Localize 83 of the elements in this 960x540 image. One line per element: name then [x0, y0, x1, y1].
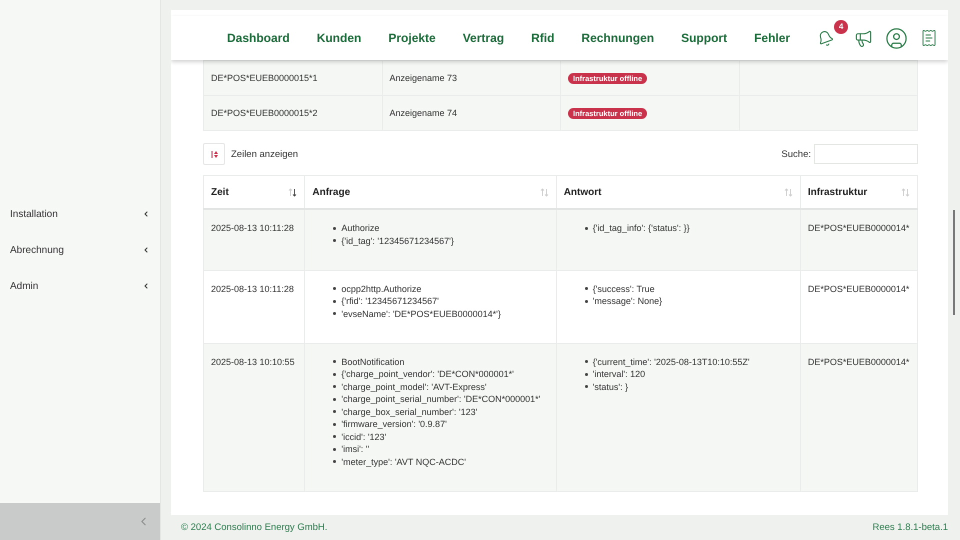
- chevron-icon: [142, 210, 150, 218]
- notification-count: 4: [834, 20, 848, 34]
- table-cell: DE*POS*EUEB0000014*: [800, 209, 918, 270]
- request-line: 'charge_point_serial_number': 'DE*CON*000001*': [341, 394, 540, 404]
- nav-link[interactable]: Vertrag: [462, 31, 504, 45]
- nav-link[interactable]: Projekte: [388, 31, 436, 45]
- request-line: 'charge_box_serial_number': '123': [341, 406, 478, 416]
- page-length-button[interactable]: Zeilen anzeigen: [203, 143, 298, 165]
- request-line: {'rfid': '12345671234567': [341, 296, 439, 306]
- table-cell: Anzeigename 73: [382, 60, 560, 96]
- request-line: 'firmware_version': '0.9.87': [341, 419, 447, 429]
- user-icon[interactable]: [885, 26, 908, 50]
- table-cell: 2025-08-13 10:10:55: [204, 343, 305, 491]
- bullet-icon: [584, 226, 588, 230]
- bullet-icon: [333, 300, 336, 302]
- sort-icon: [784, 188, 793, 196]
- column-title: Zeit: [211, 186, 229, 198]
- nav-link[interactable]: Dashboard: [227, 31, 290, 45]
- bullet-icon: [333, 448, 336, 450]
- bullet-icon: [333, 435, 336, 438]
- search-label: Suche:: [781, 148, 811, 160]
- request-line: 'imsi': '': [341, 444, 370, 454]
- request-line: {'id_tag': '12345671234567'}: [341, 236, 454, 246]
- sort-icon: [901, 188, 910, 196]
- response-line: {'current_time': '2025-08-13T10:10:55Z': [592, 356, 750, 366]
- request-line: ocpp2http.Authorize: [341, 284, 422, 294]
- table-cell: DE*POS*EUEB0000014*: [800, 343, 918, 491]
- bullet-icon: [333, 460, 336, 463]
- table-cell: DE*POS*EUEB0000014*: [800, 270, 918, 343]
- request-line: {'charge_point_vendor': 'DE*CON*000001*': [341, 369, 514, 379]
- scrollbar-thumb[interactable]: [953, 210, 955, 315]
- nav-link[interactable]: Rfid: [531, 31, 554, 45]
- sort-icon: [288, 188, 298, 196]
- nav-link[interactable]: Rechnungen: [581, 31, 654, 45]
- bullet-icon: [333, 398, 336, 400]
- nav-link[interactable]: Kunden: [316, 31, 362, 45]
- search-field[interactable]: [814, 144, 918, 164]
- bullet-icon: [333, 287, 336, 290]
- request-line: 'meter_type': 'AVT NQC-ACDC': [341, 456, 466, 466]
- bullet-icon: [584, 360, 588, 363]
- nav-link[interactable]: Fehler: [754, 31, 790, 45]
- request-line: 'charge_point_model': 'AVT-Express': [341, 382, 487, 392]
- table-cell: Anzeigename 74: [382, 96, 560, 130]
- response-line: {'success': True: [592, 284, 655, 294]
- bullet-icon: [584, 287, 588, 290]
- chevron-icon: [142, 246, 150, 254]
- nav-link[interactable]: Support: [681, 31, 728, 45]
- table-cell: DE*POS*EUEB0000015*1: [204, 60, 382, 96]
- column-title: Antwort: [564, 186, 602, 198]
- bullet-icon: [333, 312, 336, 315]
- bullet-icon: [333, 422, 336, 426]
- bullet-icon: [333, 239, 336, 242]
- bullet-icon: [333, 385, 336, 388]
- request-line: BootNotification: [341, 356, 404, 366]
- bullet-icon: [333, 226, 336, 230]
- request-line: Authorize: [341, 223, 380, 233]
- bullet-icon: [584, 300, 588, 302]
- chevron-icon: [142, 282, 150, 290]
- table-cell: DE*POS*EUEB0000015*2: [204, 96, 382, 130]
- megaphone-icon[interactable]: [854, 28, 874, 48]
- sort-icon: [210, 150, 218, 158]
- bullet-icon: [333, 410, 336, 413]
- version-text: Rees 1.8.1-beta.1: [872, 522, 948, 533]
- bullet-icon: [333, 360, 336, 363]
- bullet-icon: [584, 385, 588, 388]
- response-line: {'id_tag_info': {'status': }}: [592, 223, 690, 233]
- request-line: 'evseName': 'DE*POS*EUEB0000014*'}: [341, 308, 501, 318]
- bullet-icon: [584, 372, 588, 376]
- column-title: Infrastruktur: [808, 186, 868, 198]
- column-title: Anfrage: [312, 186, 350, 198]
- sidebar-item[interactable]: Abrechnung: [0, 232, 160, 268]
- response-line: 'message': None}: [592, 296, 662, 306]
- response-line: 'interval': 120: [592, 369, 646, 379]
- bullet-icon: [333, 372, 336, 376]
- table-cell: 2025-08-13 10:11:28: [204, 209, 305, 270]
- sidebar-item[interactable]: Admin: [0, 268, 160, 304]
- response-line: 'status': }: [592, 382, 628, 392]
- sidebar-item[interactable]: Installation: [0, 196, 160, 232]
- receipt-icon[interactable]: [920, 29, 938, 47]
- copyright-text: © 2024 Consolinno Energy GmbH.: [181, 522, 328, 533]
- request-line: 'iccid': '123': [341, 432, 386, 442]
- sort-icon: [540, 188, 549, 196]
- table-cell: 2025-08-13 10:11:28: [204, 270, 305, 343]
